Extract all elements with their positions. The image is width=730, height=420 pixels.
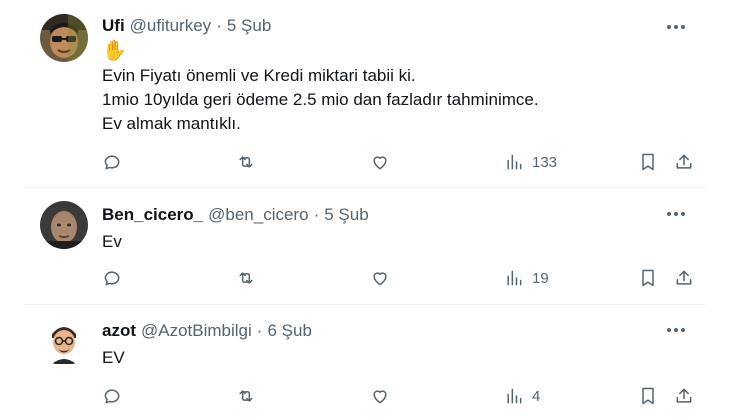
avatar[interactable] (40, 14, 88, 62)
bookmark-button[interactable] (638, 384, 658, 408)
share-icon (676, 154, 692, 169)
avatar[interactable] (40, 318, 88, 366)
bookmark-button[interactable] (638, 150, 658, 174)
tweet[interactable]: azot @AzotBimbilgi · 6 Şub EV 4 (24, 305, 706, 420)
share-button[interactable] (674, 384, 694, 408)
separator-dot: · (216, 16, 222, 35)
like-button[interactable] (370, 266, 390, 290)
author-handle[interactable]: @ben_cicero (208, 205, 308, 225)
like-button[interactable] (370, 150, 390, 174)
share-icon (676, 388, 692, 403)
tweet-line: Ev almak mantıklı. (102, 114, 241, 133)
tweet-line: Evin Fiyatı önemli ve Kredi miktari tabi… (102, 66, 416, 85)
author-handle[interactable]: @ufiturkey (130, 16, 212, 36)
tweet-actions: 4 (102, 384, 702, 408)
views-count: 133 (532, 153, 558, 171)
tweet-header: Ben_cicero_ @ben_cicero · 5 Şub (102, 205, 369, 225)
reply-icon (104, 271, 120, 286)
like-icon (373, 156, 387, 170)
separator-dot: · (256, 321, 263, 340)
tweet-actions: 19 (102, 266, 702, 290)
tweet-date[interactable]: 5 Şub (324, 205, 368, 225)
views-button[interactable]: 4 (504, 384, 540, 408)
tweet-line: EV (102, 348, 125, 367)
views-button[interactable]: 133 (504, 150, 557, 174)
author-name[interactable]: Ben_cicero_ (102, 205, 203, 225)
views-button[interactable]: 19 (504, 266, 549, 290)
like-icon (373, 390, 387, 404)
views-count: 19 (532, 269, 549, 287)
retweet-button[interactable] (236, 266, 256, 290)
tweet-actions: 133 (102, 150, 702, 174)
reply-button[interactable] (102, 266, 122, 290)
separator-dot: · (313, 205, 320, 224)
like-button[interactable] (370, 384, 390, 408)
tweet-header: azot @AzotBimbilgi · 6 Şub (102, 321, 312, 341)
views-count: 4 (532, 387, 541, 405)
like-icon (373, 272, 387, 286)
reply-icon (104, 155, 120, 170)
bookmark-icon (642, 269, 654, 287)
author-name[interactable]: Ufi (102, 16, 125, 36)
share-button[interactable] (674, 150, 694, 174)
tweet-text: ✋ Evin Fiyatı önemli ve Kredi miktari ta… (102, 38, 539, 136)
bookmark-icon (642, 153, 654, 171)
reply-button[interactable] (102, 384, 122, 408)
bookmark-button[interactable] (638, 266, 658, 290)
retweet-button[interactable] (236, 384, 256, 408)
tweet-line: Ev (102, 232, 122, 251)
more-icon[interactable] (662, 320, 690, 340)
tweet[interactable]: Ufi @ufiturkey · 5 Şub ✋ Evin Fiyatı öne… (24, 0, 706, 188)
views-icon (507, 270, 522, 286)
reply-button[interactable] (102, 150, 122, 174)
tweet-date[interactable]: 5 Şub (227, 16, 271, 36)
tweet-date[interactable]: 6 Şub (267, 321, 311, 341)
tweet[interactable]: Ben_cicero_ @ben_cicero · 5 Şub Ev 19 (24, 188, 706, 304)
tweet-text: Ev (102, 230, 122, 254)
tweet-text: EV (102, 346, 125, 370)
retweet-button[interactable] (236, 150, 256, 174)
tweet-line: ✋ (102, 40, 127, 62)
tweet-header: Ufi @ufiturkey · 5 Şub (102, 16, 271, 36)
views-icon (507, 388, 522, 404)
retweet-icon (239, 156, 253, 168)
share-button[interactable] (674, 266, 694, 290)
reply-icon (104, 389, 120, 404)
author-handle[interactable]: @AzotBimbilgi (141, 321, 252, 341)
tweet-line: 1mio 10yılda geri ödeme 2.5 mio dan fazl… (102, 90, 539, 109)
bookmark-icon (642, 387, 654, 405)
retweet-icon (239, 272, 253, 284)
more-icon[interactable] (662, 204, 690, 224)
more-icon[interactable] (662, 17, 690, 37)
avatar[interactable] (40, 201, 88, 249)
views-icon (507, 154, 522, 170)
retweet-icon (239, 390, 253, 402)
share-icon (676, 270, 692, 285)
author-name[interactable]: azot (102, 321, 136, 341)
